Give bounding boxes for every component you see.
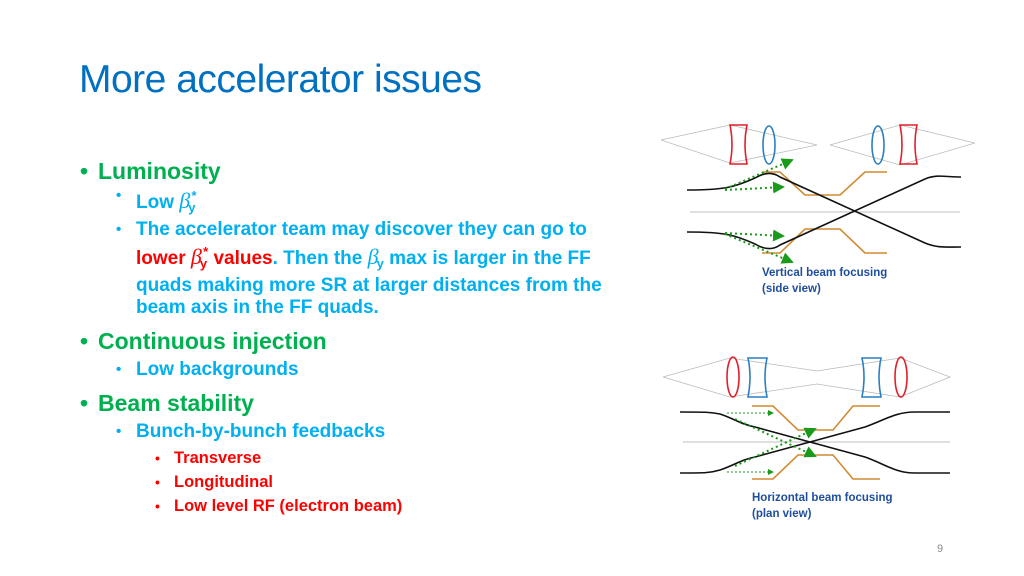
bullet-llrf: • Low level RF (electron beam) [80, 494, 660, 518]
defocusing-lens-icon [747, 357, 768, 398]
bullet-longitudinal: • Longitudinal [80, 470, 660, 494]
page-number: 9 [937, 543, 944, 555]
bullet-stability: • Beam stability [80, 389, 660, 417]
bullet-text: Continuous injection [98, 328, 327, 354]
bullet-text: . Then the [272, 248, 368, 269]
caption-line: Horizontal beam focusing [752, 492, 893, 504]
focusing-lens-icon [894, 356, 908, 398]
bullet-dot: • [155, 498, 160, 514]
vertical-focusing-diagram [660, 124, 975, 264]
bullet-text: quads making more SR at larger distances… [136, 275, 602, 296]
slide-title: More accelerator issues [79, 58, 482, 101]
bullet-transverse: • Transverse [80, 446, 660, 470]
bullet-text: Bunch-by-bunch feedbacks [136, 421, 386, 442]
focusing-lens-icon [762, 125, 776, 165]
highlight-lower: lower [136, 248, 191, 269]
bullet-injection: • Continuous injection [80, 327, 660, 355]
bullet-low-beta: • Low βy* [80, 185, 660, 219]
caption-line: (side view) [762, 283, 821, 295]
highlight-values: values [208, 248, 273, 269]
bullet-text: Low [136, 192, 180, 213]
bullet-luminosity: • Luminosity [80, 157, 660, 185]
bullet-text: Low level RF (electron beam) [174, 497, 403, 515]
bullet-feedbacks: • Bunch-by-bunch feedbacks [80, 421, 660, 443]
sr-arrows-thin [727, 410, 774, 475]
bullet-dot: • [116, 423, 122, 440]
bullet-dot: • [116, 221, 122, 238]
defocusing-lens-icon [899, 124, 918, 165]
defocusing-lens-icon [729, 124, 748, 165]
bullet-dot: • [155, 474, 160, 490]
caption-line: (plan view) [752, 508, 812, 520]
bullet-team: • The accelerator team may discover they… [80, 219, 660, 319]
beam-envelope [679, 411, 950, 474]
bullet-text: Transverse [174, 449, 262, 467]
horizontal-focusing-diagram [662, 356, 952, 480]
bullet-text: Low backgrounds [136, 359, 299, 380]
superscript: * [191, 188, 197, 203]
caption-line: Vertical beam focusing [762, 267, 888, 279]
beam-envelope [686, 172, 962, 250]
bullet-text: Longitudinal [174, 473, 273, 491]
bullet-text: Luminosity [98, 158, 221, 184]
bullet-low-backgrounds: • Low backgrounds [80, 359, 660, 381]
magnet-aperture [752, 405, 880, 480]
bullet-text: Beam stability [98, 390, 254, 416]
optics-envelope [660, 124, 975, 166]
vertical-caption: Vertical beam focusing (side view) [762, 265, 887, 297]
bullet-list: • Luminosity • Low βy* • The accelerator… [80, 155, 660, 518]
bullet-dot: • [116, 187, 122, 204]
focusing-lens-icon [726, 356, 740, 398]
subscript: y [376, 256, 384, 271]
bullet-text: beam axis in the FF quads. [136, 297, 379, 318]
magnet-aperture [762, 171, 887, 254]
bullet-dot: • [80, 158, 89, 184]
bullet-dot: • [80, 390, 89, 416]
bullet-text: The accelerator team may discover they c… [136, 219, 587, 240]
bullet-dot: • [116, 361, 122, 378]
bullet-dot: • [80, 328, 89, 354]
horizontal-caption: Horizontal beam focusing (plan view) [752, 490, 893, 522]
bullet-dot: • [155, 450, 160, 466]
bullet-text: max is larger in the FF [383, 248, 591, 269]
